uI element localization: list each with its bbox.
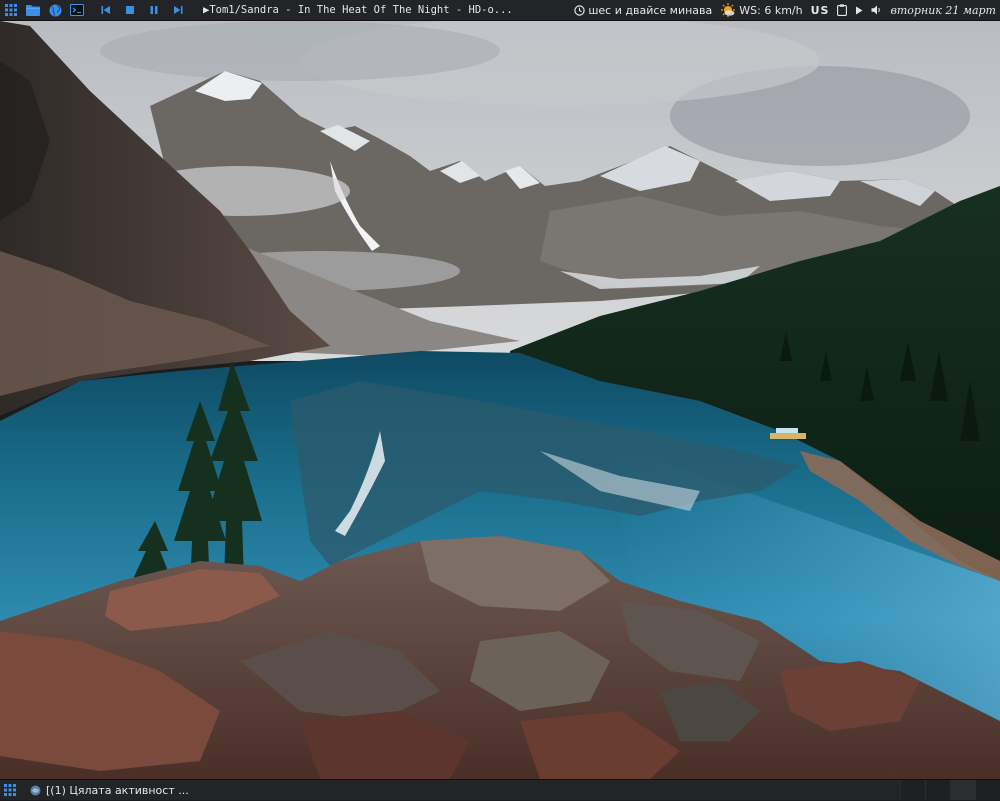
clipboard-icon[interactable] — [837, 0, 848, 21]
clock-widget[interactable]: шес и двайсе минава — [574, 4, 712, 17]
status-area: шес и двайсе минава WS: 6 km/h US вторни… — [566, 0, 1000, 21]
workspace-3[interactable] — [950, 780, 975, 800]
skip-next-icon[interactable] — [169, 0, 187, 21]
media-play-icon[interactable] — [855, 0, 863, 21]
folder-icon[interactable] — [25, 0, 41, 21]
app-menu-grid-icon[interactable] — [3, 0, 19, 21]
wallpaper-mountain-lake-image — [0, 21, 1000, 779]
keyboard-layout-indicator[interactable]: US — [811, 4, 830, 17]
sun-icon — [721, 3, 736, 17]
workspace-pager — [900, 780, 1000, 800]
desktop-wallpaper — [0, 21, 1000, 779]
workspace-2[interactable] — [925, 780, 950, 800]
browser-icon — [30, 785, 41, 795]
workspace-1[interactable] — [900, 780, 925, 800]
top-panel: ▶Tom1/Sandra - In The Heat Of The Night … — [0, 0, 1000, 21]
globe-icon[interactable] — [47, 0, 63, 21]
now-playing-title[interactable]: ▶Tom1/Sandra - In The Heat Of The Night … — [203, 4, 513, 16]
taskbar-window-title: [(1) Цялата активност ... — [46, 783, 189, 797]
weather-widget[interactable]: WS: 6 km/h — [720, 3, 803, 17]
clock-text: шес и двайсе минава — [588, 3, 713, 17]
terminal-icon[interactable] — [69, 0, 85, 21]
stop-icon[interactable] — [121, 0, 139, 21]
taskbar-window-button[interactable]: [(1) Цялата активност ... — [30, 780, 189, 801]
pause-icon[interactable] — [145, 0, 163, 21]
volume-icon[interactable] — [871, 0, 882, 21]
app-launcher-grid-icon[interactable] — [0, 780, 20, 801]
workspace-4[interactable] — [975, 780, 1000, 800]
weather-text: WS: 6 km/h — [739, 3, 803, 17]
clock-icon — [574, 4, 586, 16]
date-text[interactable]: вторник 21 март — [890, 4, 996, 17]
skip-previous-icon[interactable] — [97, 0, 115, 21]
bottom-panel: [(1) Цялата активност ... — [0, 779, 1000, 800]
